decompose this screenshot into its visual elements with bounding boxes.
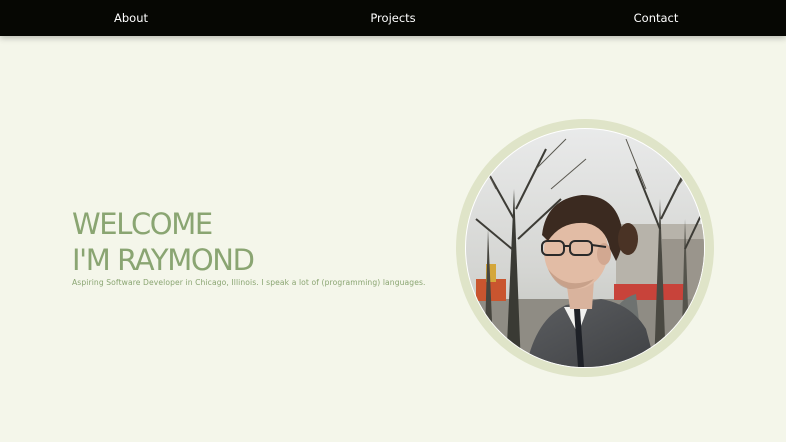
top-navbar: About Projects Contact bbox=[0, 0, 786, 36]
profile-photo-illustration bbox=[466, 129, 704, 367]
profile-photo bbox=[466, 129, 704, 367]
hero-welcome-heading: WELCOME bbox=[72, 207, 213, 241]
hero-section: WELCOME I'M RAYMOND Aspiring Software De… bbox=[72, 206, 462, 287]
nav-link-about[interactable]: About bbox=[114, 0, 148, 36]
nav-link-contact[interactable]: Contact bbox=[634, 0, 679, 36]
hero-name-heading: I'M RAYMOND bbox=[72, 243, 255, 277]
hero-tagline: Aspiring Software Developer in Chicago, … bbox=[72, 278, 426, 287]
nav-link-projects[interactable]: Projects bbox=[370, 0, 415, 36]
